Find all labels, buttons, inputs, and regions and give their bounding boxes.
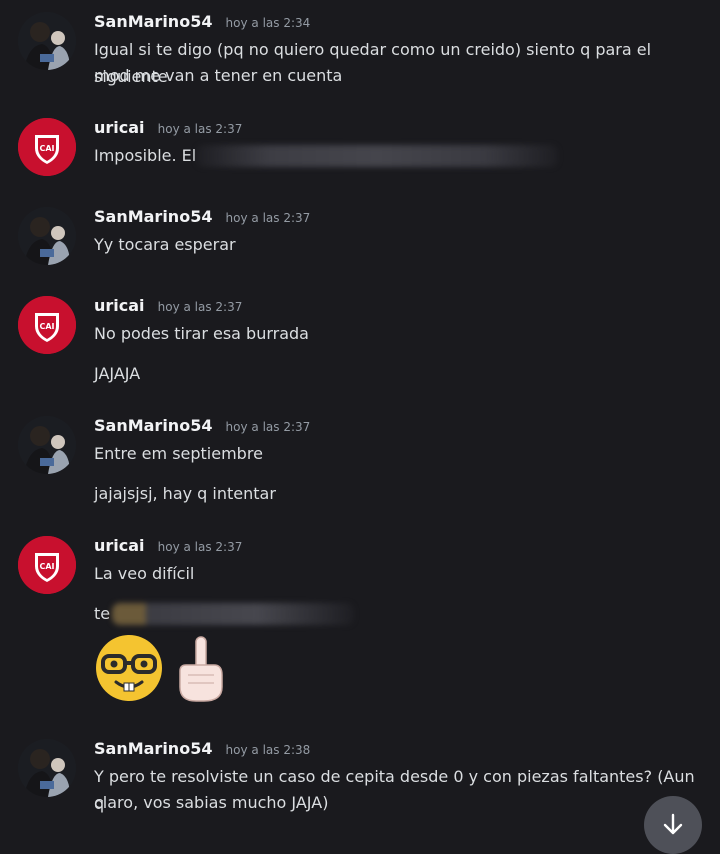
avatar-photo-icon: [18, 207, 76, 265]
svg-text:CAI: CAI: [39, 322, 54, 331]
message-text: La veo difícil: [94, 564, 195, 583]
index-pointing-up-emoji-icon: [179, 636, 223, 702]
username[interactable]: SanMarino54: [94, 207, 212, 226]
message-group: SanMarino54 hoy a las 2:37 Entre em sept…: [0, 416, 720, 516]
cai-shield-icon: CAI: [18, 118, 76, 176]
message-text: Entre em septiembre: [94, 444, 263, 463]
cai-shield-icon: CAI: [18, 296, 76, 354]
username[interactable]: SanMarino54: [94, 12, 212, 31]
message-text: mod me van a tener en cuenta: [94, 66, 343, 85]
arrow-down-icon: [663, 813, 683, 835]
avatar[interactable]: [18, 207, 76, 265]
cai-shield-icon: CAI: [18, 536, 76, 594]
message-text: jajajsjsj, hay q intentar: [94, 484, 276, 503]
redacted-text: [112, 603, 354, 625]
username[interactable]: SanMarino54: [94, 416, 212, 435]
timestamp: hoy a las 2:38: [225, 743, 311, 757]
timestamp: hoy a las 2:37: [225, 420, 311, 434]
username[interactable]: uricai: [94, 118, 145, 137]
svg-text:CAI: CAI: [39, 144, 54, 153]
avatar[interactable]: [18, 739, 76, 797]
message-text: claro, vos sabias mucho JAJA): [94, 793, 329, 812]
avatar-photo-icon: [18, 739, 76, 797]
nerd-face-emoji-icon: [96, 635, 162, 701]
avatar[interactable]: CAI: [18, 296, 76, 354]
message-text: JAJAJA: [94, 364, 141, 383]
message-group: CAI uricai hoy a las 2:37 Imposible. El: [0, 118, 720, 188]
avatar[interactable]: CAI: [18, 536, 76, 594]
avatar-photo-icon: [18, 12, 76, 70]
message-group: SanMarino54 hoy a las 2:38 Y pero te res…: [0, 739, 720, 829]
avatar[interactable]: [18, 416, 76, 474]
avatar-photo-icon: [18, 416, 76, 474]
username[interactable]: uricai: [94, 536, 145, 555]
jump-to-bottom-button[interactable]: [644, 796, 702, 854]
username[interactable]: uricai: [94, 296, 145, 315]
timestamp: hoy a las 2:37: [157, 122, 243, 136]
avatar[interactable]: [18, 12, 76, 70]
redacted-text: [196, 145, 558, 167]
avatar[interactable]: CAI: [18, 118, 76, 176]
message-group: CAI uricai hoy a las 2:37 No podes tirar…: [0, 296, 720, 396]
message-text: No podes tirar esa burrada: [94, 324, 309, 343]
message-group: SanMarino54 hoy a las 2:34 Igual si te d…: [0, 12, 720, 102]
timestamp: hoy a las 2:37: [225, 211, 311, 225]
username[interactable]: SanMarino54: [94, 739, 212, 758]
svg-text:CAI: CAI: [39, 562, 54, 571]
timestamp: hoy a las 2:37: [157, 540, 243, 554]
timestamp: hoy a las 2:34: [225, 16, 311, 30]
message-text: Yy tocara esperar: [94, 235, 236, 254]
message-group: SanMarino54 hoy a las 2:37 Yy tocara esp…: [0, 207, 720, 277]
timestamp: hoy a las 2:37: [157, 300, 243, 314]
